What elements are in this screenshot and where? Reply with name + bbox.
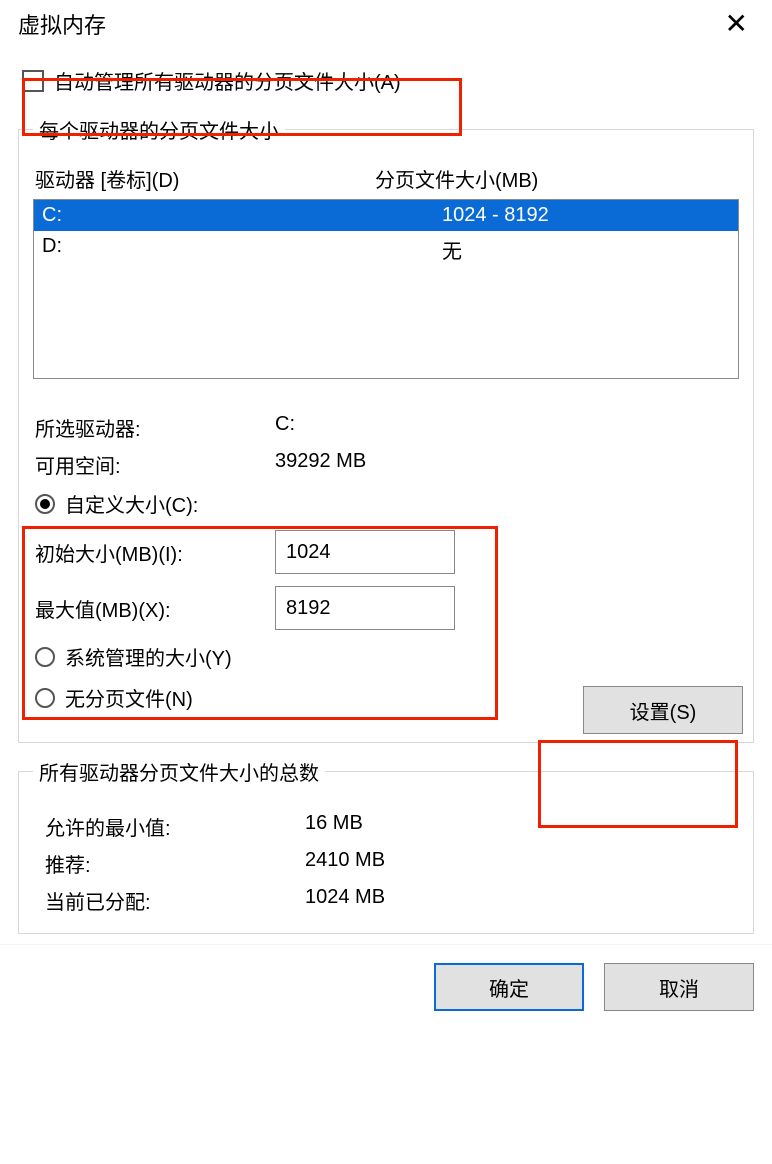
rec-label: 推荐: xyxy=(45,849,305,878)
radio-custom-label: 自定义大小(C): xyxy=(65,489,198,518)
radio-system-row[interactable]: 系统管理的大小(Y) xyxy=(33,636,739,677)
max-size-input[interactable] xyxy=(275,586,455,630)
size-cell: 1024 - 8192 xyxy=(442,204,730,227)
totals-group: 所有驱动器分页文件大小的总数 允许的最小值: 16 MB 推荐: 2410 MB… xyxy=(18,757,754,934)
auto-manage-row[interactable]: 自动管理所有驱动器的分页文件大小(A) xyxy=(18,60,754,101)
free-space-row: 可用空间: 39292 MB xyxy=(33,446,739,483)
drive-list-header: 驱动器 [卷标](D) 分页文件大小(MB) xyxy=(33,160,739,199)
selected-drive-row: 所选驱动器: C: xyxy=(33,409,739,446)
radio-none-label: 无分页文件(N) xyxy=(65,683,193,712)
max-size-label: 最大值(MB)(X): xyxy=(35,594,275,623)
radio-system-label: 系统管理的大小(Y) xyxy=(65,642,232,671)
ok-button[interactable]: 确定 xyxy=(434,963,584,1011)
min-value: 16 MB xyxy=(305,812,733,841)
set-button[interactable]: 设置(S) xyxy=(583,686,743,734)
initial-size-input[interactable] xyxy=(275,530,455,574)
radio-none[interactable] xyxy=(35,688,55,708)
window-title: 虚拟内存 xyxy=(18,8,106,40)
drive-cell: D: xyxy=(42,235,442,264)
close-icon[interactable]: ✕ xyxy=(715,8,758,40)
initial-size-row: 初始大小(MB)(I): xyxy=(33,524,739,580)
rec-value: 2410 MB xyxy=(305,849,733,878)
cur-row: 当前已分配: 1024 MB xyxy=(43,882,735,919)
max-size-row: 最大值(MB)(X): xyxy=(33,580,739,636)
cur-value: 1024 MB xyxy=(305,886,733,915)
title-bar: 虚拟内存 ✕ xyxy=(0,0,772,44)
drive-row[interactable]: C: 1024 - 8192 xyxy=(34,200,738,231)
selected-drive-label: 所选驱动器: xyxy=(35,413,275,442)
rec-row: 推荐: 2410 MB xyxy=(43,845,735,882)
radio-custom-row[interactable]: 自定义大小(C): xyxy=(33,483,739,524)
auto-manage-checkbox[interactable] xyxy=(22,70,44,92)
initial-size-label: 初始大小(MB)(I): xyxy=(35,538,275,567)
per-drive-group: 每个驱动器的分页文件大小 驱动器 [卷标](D) 分页文件大小(MB) C: 1… xyxy=(18,115,754,743)
size-cell: 无 xyxy=(442,235,730,264)
free-space-label: 可用空间: xyxy=(35,450,275,479)
col-size-header: 分页文件大小(MB) xyxy=(375,164,737,193)
drive-listbox[interactable]: C: 1024 - 8192 D: 无 xyxy=(33,199,739,379)
cancel-button[interactable]: 取消 xyxy=(604,963,754,1011)
drive-cell: C: xyxy=(42,204,442,227)
set-button-label: 设置(S) xyxy=(630,696,697,725)
radio-system[interactable] xyxy=(35,647,55,667)
col-drive-header: 驱动器 [卷标](D) xyxy=(35,164,375,193)
auto-manage-label: 自动管理所有驱动器的分页文件大小(A) xyxy=(54,66,401,95)
totals-legend: 所有驱动器分页文件大小的总数 xyxy=(33,757,325,786)
min-label: 允许的最小值: xyxy=(45,812,305,841)
per-drive-legend: 每个驱动器的分页文件大小 xyxy=(33,115,285,144)
radio-custom[interactable] xyxy=(35,494,55,514)
drive-row[interactable]: D: 无 xyxy=(34,231,738,268)
free-space-value: 39292 MB xyxy=(275,450,737,479)
cancel-button-label: 取消 xyxy=(659,973,699,1002)
dialog-footer: 确定 取消 xyxy=(0,944,772,1029)
selected-drive-value: C: xyxy=(275,413,737,442)
min-row: 允许的最小值: 16 MB xyxy=(43,808,735,845)
cur-label: 当前已分配: xyxy=(45,886,305,915)
ok-button-label: 确定 xyxy=(489,973,529,1002)
